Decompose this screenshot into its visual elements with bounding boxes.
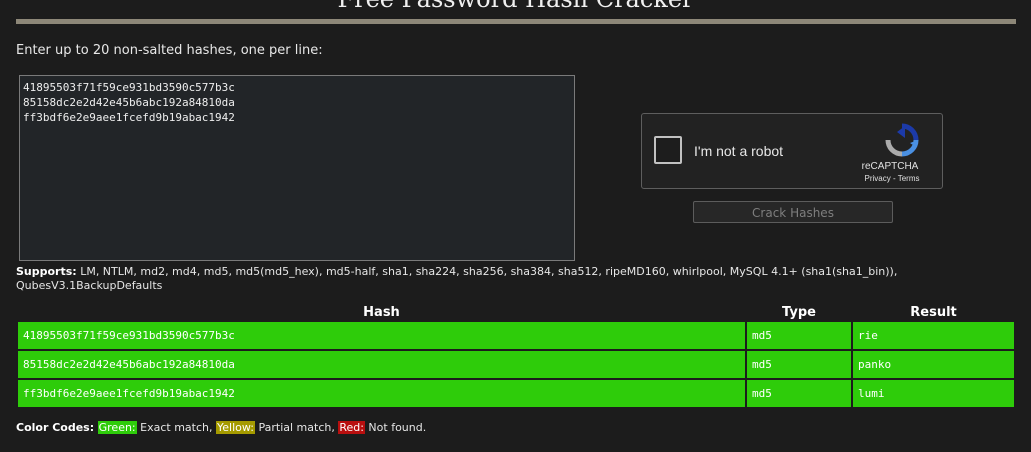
title-divider	[16, 19, 1016, 24]
supports-list: LM, NTLM, md2, md4, md5, md5(md5_hex), m…	[16, 265, 898, 292]
recaptcha-icon	[885, 123, 919, 157]
results-table: Hash Type Result 41895503f71f59ce931bd35…	[16, 303, 1016, 409]
page: Free Password Hash Cracker Enter up to 2…	[0, 0, 1031, 452]
row-result: panko	[853, 351, 1014, 378]
recaptcha-links: Privacy - Terms	[852, 174, 932, 183]
row-type: md5	[747, 322, 851, 349]
recaptcha-privacy-link[interactable]: Privacy	[865, 174, 891, 183]
column-header-type: Type	[782, 305, 816, 320]
column-header-result: Result	[910, 305, 957, 320]
recaptcha-terms-link[interactable]: Terms	[898, 174, 920, 183]
recaptcha-link-separator: -	[890, 174, 898, 183]
legend-red-swatch: Red:	[338, 421, 365, 434]
row-type: md5	[747, 351, 851, 378]
legend-green-swatch: Green:	[97, 421, 137, 434]
row-hash: 41895503f71f59ce931bd3590c577b3c	[18, 322, 745, 349]
row-type: md5	[747, 380, 851, 407]
column-header-hash: Hash	[363, 305, 400, 320]
legend-label: Color Codes:	[16, 421, 95, 434]
instructions-label: Enter up to 20 non-salted hashes, one pe…	[16, 43, 323, 58]
legend-red-text: Not found.	[364, 421, 427, 434]
table-row: ff3bdf6e2e9aee1fcefd9b19abac1942 md5 lum…	[18, 380, 1014, 407]
recaptcha-checkbox[interactable]	[654, 136, 682, 164]
row-result: lumi	[853, 380, 1014, 407]
legend-yellow-text: Partial match,	[254, 421, 339, 434]
row-hash: ff3bdf6e2e9aee1fcefd9b19abac1942	[18, 380, 745, 407]
supports-label: Supports:	[16, 265, 77, 278]
page-title: Free Password Hash Cracker	[0, 0, 1031, 14]
table-row: 41895503f71f59ce931bd3590c577b3c md5 rie	[18, 322, 1014, 349]
color-codes-legend: Color Codes: Green: Exact match, Yellow:…	[16, 421, 426, 434]
legend-yellow-swatch: Yellow:	[216, 421, 255, 434]
table-row: 85158dc2e2d42e45b6abc192a84810da md5 pan…	[18, 351, 1014, 378]
recaptcha-brand: reCAPTCHA	[861, 161, 919, 172]
recaptcha-widget: I'm not a robot reCAPTCHA Privacy - Term…	[641, 113, 943, 189]
hash-input[interactable]	[19, 75, 575, 261]
supported-algorithms: Supports: LM, NTLM, md2, md4, md5, md5(m…	[16, 265, 1016, 293]
row-result: rie	[853, 322, 1014, 349]
recaptcha-label: I'm not a robot	[694, 143, 784, 159]
crack-hashes-button[interactable]: Crack Hashes	[693, 201, 893, 223]
row-hash: 85158dc2e2d42e45b6abc192a84810da	[18, 351, 745, 378]
legend-green-text: Exact match,	[136, 421, 216, 434]
results-header-row: Hash Type Result	[18, 305, 1014, 320]
